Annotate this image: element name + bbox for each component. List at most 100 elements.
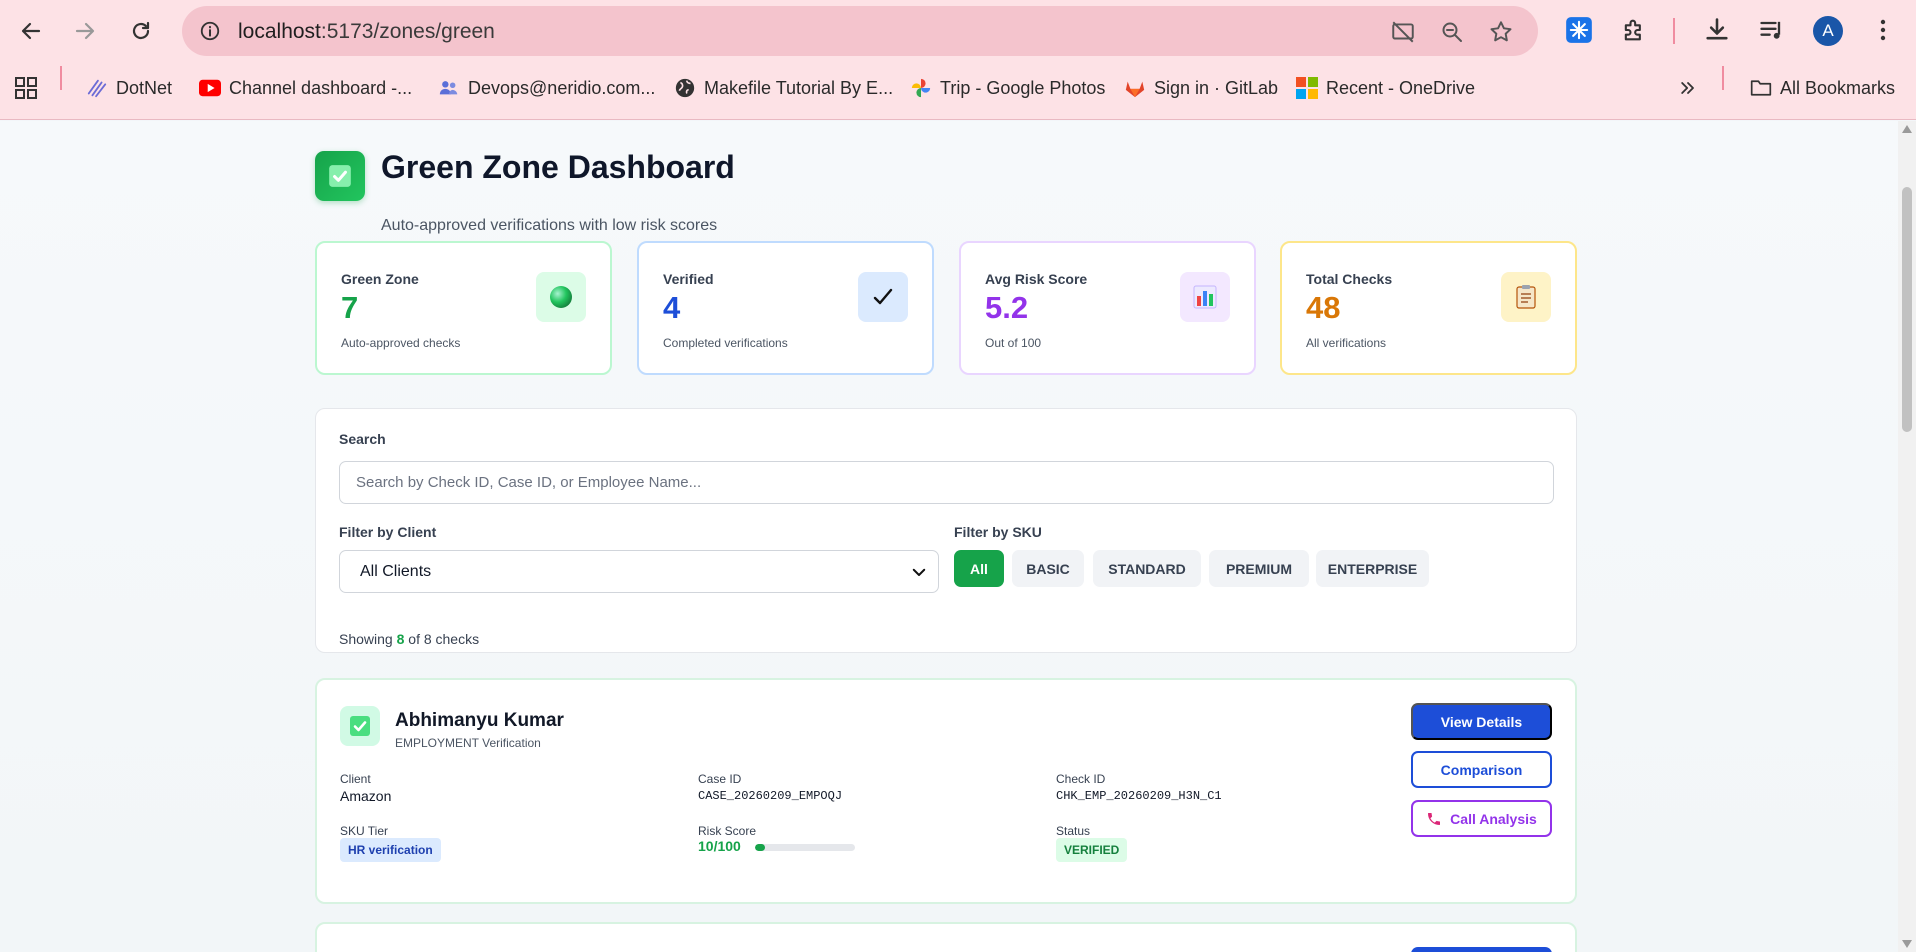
bookmarks-separator xyxy=(60,66,62,90)
bookmark-makefile[interactable]: Makefile Tutorial By E... xyxy=(674,74,893,102)
forward-arrow-icon xyxy=(75,22,95,40)
scroll-thumb[interactable] xyxy=(1902,187,1912,432)
profile-avatar[interactable]: A xyxy=(1813,16,1843,46)
stat-card-total-checks: Total Checks 48 All verifications xyxy=(1280,241,1577,375)
sku-filter-basic[interactable]: BASIC xyxy=(1012,550,1084,587)
browser-chrome: localhost:5173/zones/green A DotNet Chan… xyxy=(0,0,1916,120)
client-value: Amazon xyxy=(340,788,392,804)
search-label: Search xyxy=(339,431,386,447)
sku-filter-standard[interactable]: STANDARD xyxy=(1093,550,1201,587)
chevron-down-icon xyxy=(910,563,928,586)
forward-button[interactable] xyxy=(67,13,103,49)
verification-type: EMPLOYMENT Verification xyxy=(395,736,541,750)
stat-desc: All verifications xyxy=(1306,336,1387,350)
bookmark-channel-dashboard[interactable]: Channel dashboard -... xyxy=(199,74,412,102)
youtube-icon xyxy=(199,77,221,99)
google-photos-icon xyxy=(910,77,932,99)
stat-label: Avg Risk Score xyxy=(985,271,1088,287)
risk-score-bar xyxy=(755,844,855,851)
back-button[interactable] xyxy=(13,13,49,49)
bookmarks-bar: DotNet Channel dashboard -... Devops@ner… xyxy=(0,66,1916,106)
stat-card-green-zone: Green Zone 7 Auto-approved checks xyxy=(315,241,612,375)
extension-snowflake-icon[interactable] xyxy=(1562,13,1596,47)
stat-value: 4 xyxy=(663,290,681,325)
sku-filter-label: Filter by SKU xyxy=(954,524,1042,540)
zoom-icon[interactable] xyxy=(1439,19,1465,45)
more-menu-icon[interactable] xyxy=(1866,13,1900,47)
all-bookmarks[interactable]: All Bookmarks xyxy=(1750,74,1895,102)
sku-filter-enterprise[interactable]: ENTERPRISE xyxy=(1316,550,1429,587)
bookmarks-separator-2 xyxy=(1722,66,1724,90)
sku-tier-label: SKU Tier xyxy=(340,824,389,838)
apps-grid-icon[interactable] xyxy=(14,74,38,102)
stat-label: Verified xyxy=(663,271,714,287)
cast-off-icon[interactable] xyxy=(1390,19,1416,45)
page-subtitle: Auto-approved verifications with low ris… xyxy=(381,217,718,234)
status-label: Status xyxy=(1056,824,1091,838)
risk-score-label: Risk Score xyxy=(698,824,757,838)
verified-check-icon xyxy=(340,706,380,746)
bookmark-star-icon[interactable] xyxy=(1488,19,1514,45)
bookmark-google-photos[interactable]: Trip - Google Photos xyxy=(910,74,1105,102)
reload-button[interactable] xyxy=(123,13,159,49)
stat-desc: Auto-approved checks xyxy=(341,336,461,350)
page-content: Green Zone Dashboard Auto-approved verif… xyxy=(0,121,1898,952)
check-id-value: CHK_EMP_20260209_H3N_C1 xyxy=(1056,789,1222,803)
stat-desc: Completed verifications xyxy=(663,336,788,350)
download-icon[interactable] xyxy=(1700,13,1734,47)
bookmark-devops[interactable]: Devops@neridio.com... xyxy=(438,74,655,102)
call-analysis-button[interactable]: Call Analysis xyxy=(1411,800,1552,837)
media-control-icon[interactable] xyxy=(1755,13,1789,47)
client-select-value: All Clients xyxy=(360,563,432,580)
toolbar-separator xyxy=(1673,18,1675,44)
search-input[interactable] xyxy=(339,461,1554,504)
scroll-up-arrow-icon[interactable] xyxy=(1902,125,1912,133)
view-details-button[interactable]: View Details xyxy=(1411,703,1552,740)
dotnet-icon xyxy=(86,77,108,99)
bookmark-onedrive[interactable]: Recent - OneDrive xyxy=(1296,74,1475,102)
stat-value: 7 xyxy=(341,290,359,325)
stat-desc: Out of 100 xyxy=(985,336,1042,350)
stat-label: Green Zone xyxy=(341,271,419,287)
filters-panel: Search Filter by Client All Clients Filt… xyxy=(315,408,1577,653)
checkmark-icon xyxy=(858,272,908,322)
back-arrow-icon xyxy=(21,22,41,40)
status-badge: VERIFIED xyxy=(1056,838,1128,862)
bookmarks-overflow-icon[interactable] xyxy=(1678,74,1698,102)
results-count: Showing 8 of 8 checks xyxy=(339,631,480,647)
sku-filter-premium[interactable]: PREMIUM xyxy=(1209,550,1309,587)
check-card-next xyxy=(315,922,1577,952)
phone-icon xyxy=(1428,812,1441,825)
client-field-label: Client xyxy=(340,772,371,786)
url-text: localhost:5173/zones/green xyxy=(238,20,495,43)
gitlab-icon xyxy=(1124,77,1146,99)
employee-name: Abhimanyu Kumar xyxy=(395,710,564,731)
address-bar[interactable]: localhost:5173/zones/green xyxy=(182,6,1538,56)
view-details-button-next[interactable] xyxy=(1411,947,1552,952)
stat-label: Total Checks xyxy=(1306,271,1393,287)
case-id-value: CASE_20260209_EMPOQJ xyxy=(698,789,843,803)
page-title: Green Zone Dashboard xyxy=(381,149,735,185)
green-circle-icon xyxy=(536,272,586,322)
people-icon xyxy=(438,77,460,99)
site-info-icon[interactable] xyxy=(198,19,222,43)
bookmark-gitlab[interactable]: Sign in · GitLab xyxy=(1124,74,1278,102)
sku-filter-all[interactable]: All xyxy=(954,550,1004,587)
page-scrollbar[interactable] xyxy=(1898,121,1916,952)
stat-card-verified: Verified 4 Completed verifications xyxy=(637,241,934,375)
check-card: Abhimanyu Kumar EMPLOYMENT Verification … xyxy=(315,678,1577,904)
bar-chart-icon xyxy=(1180,272,1230,322)
comparison-button[interactable]: Comparison xyxy=(1411,751,1552,788)
client-filter-label: Filter by Client xyxy=(339,524,437,540)
reload-icon xyxy=(132,21,150,40)
stat-value: 48 xyxy=(1306,290,1341,325)
globe-icon xyxy=(674,77,696,99)
risk-score-value: 10/100 xyxy=(698,838,741,854)
client-select[interactable]: All Clients xyxy=(339,550,939,593)
case-id-label: Case ID xyxy=(698,772,742,786)
scroll-down-arrow-icon[interactable] xyxy=(1902,940,1912,948)
bookmark-dotnet[interactable]: DotNet xyxy=(86,74,172,102)
check-id-label: Check ID xyxy=(1056,772,1106,786)
extensions-puzzle-icon[interactable] xyxy=(1617,13,1651,47)
microsoft-icon xyxy=(1296,77,1318,99)
